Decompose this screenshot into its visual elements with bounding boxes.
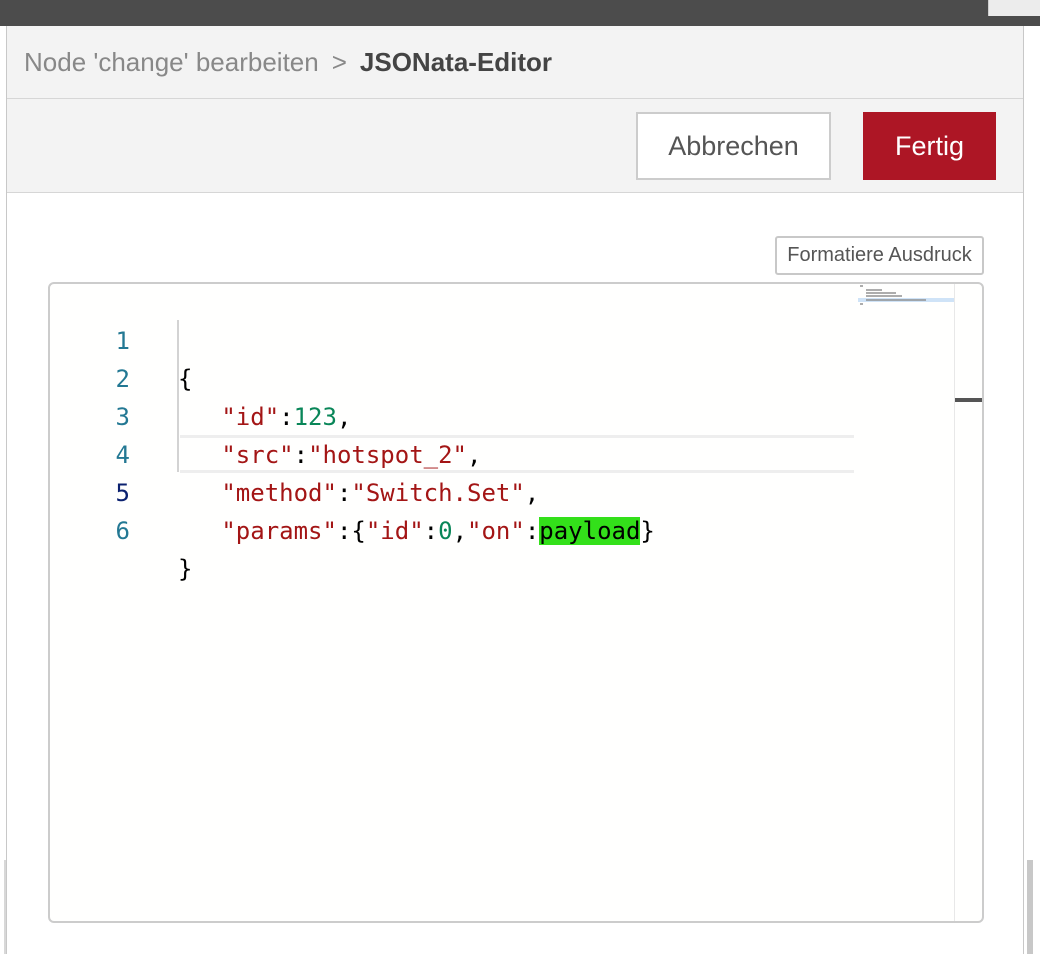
code-line: 5 "params":{"id":0,"on":payload}: [50, 436, 850, 545]
done-button[interactable]: Fertig: [863, 112, 996, 180]
breadcrumb-current: JSONata-Editor: [359, 46, 553, 77]
code-line: 4 "method":"Switch.Set",: [50, 398, 850, 507]
editor-tray: Node 'change' bearbeiten > JSONata-Edito…: [6, 26, 1024, 954]
minimap[interactable]: [858, 284, 954, 314]
editor-scrollbar[interactable]: [954, 284, 982, 921]
code-line: 2 "id":123,: [50, 322, 850, 431]
line-code: }: [178, 555, 193, 583]
code-editor[interactable]: 1 { 2 "id":123, 3 "src":"hotspot_2", 4 "…: [48, 282, 984, 923]
window-top-bar: [0, 0, 1040, 26]
left-border: [4, 860, 6, 954]
line-code: "params":{"id":0,"on":payload}: [221, 517, 655, 545]
cancel-button[interactable]: Abbrechen: [636, 112, 831, 180]
tray-toolbar: Abbrechen Fertig: [7, 99, 1023, 193]
code-line: 6 }: [50, 474, 850, 583]
breadcrumb-separator: >: [331, 46, 347, 77]
code-line: 3 "src":"hotspot_2",: [50, 360, 850, 469]
line-number: 6: [115, 517, 130, 545]
breadcrumb: Node 'change' bearbeiten > JSONata-Edito…: [7, 26, 1023, 99]
breadcrumb-parent[interactable]: Node 'change' bearbeiten: [24, 47, 319, 78]
code-line: 1 {: [50, 284, 850, 393]
format-expression-button[interactable]: Formatiere Ausdruck: [775, 236, 984, 275]
tray-scrollbar[interactable]: [1027, 860, 1033, 954]
search-match-highlight: payload: [539, 517, 641, 545]
top-bar-tab: [988, 0, 1040, 16]
scrollbar-cursor-marker: [955, 398, 982, 402]
